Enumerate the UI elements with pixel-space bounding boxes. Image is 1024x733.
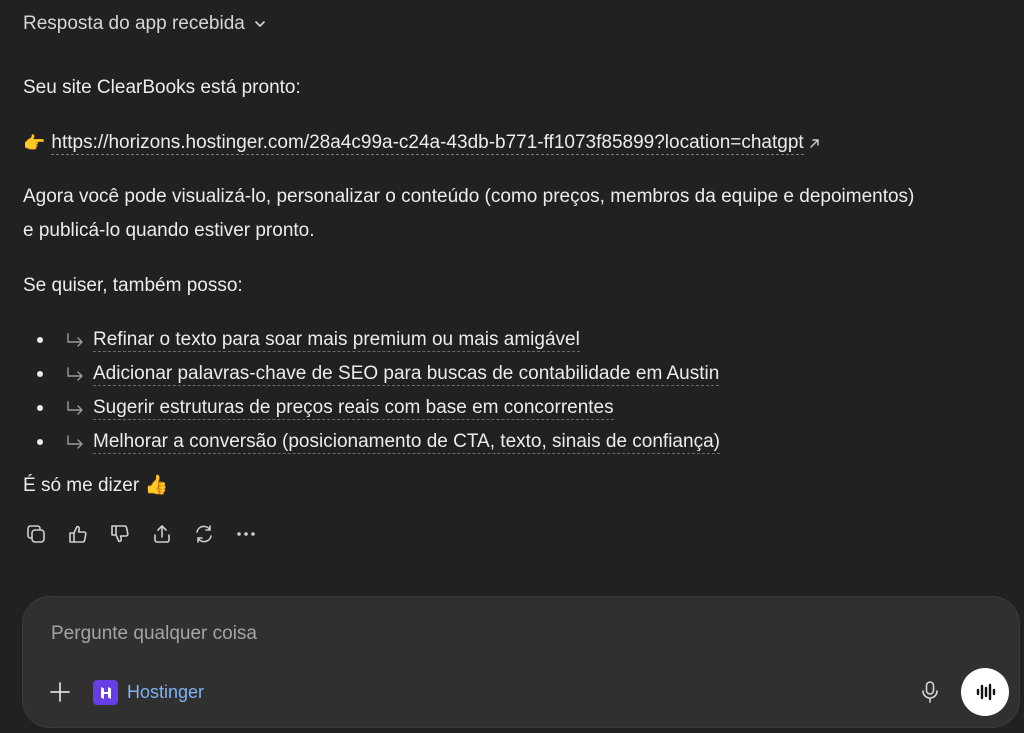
closing-text: É só me dizer 👍 — [23, 469, 168, 503]
ready-text: Seu site ClearBooks está pronto: — [23, 77, 301, 98]
chat-page: Resposta do app recebida Seu site ClearB… — [0, 0, 1024, 733]
bullet-dot — [37, 337, 43, 343]
app-response-toggle[interactable]: Resposta do app recebida — [23, 13, 267, 35]
return-arrow-icon — [67, 401, 83, 415]
now-text: Agora você pode visualizá-lo, personaliz… — [23, 186, 915, 241]
more-actions-button[interactable] — [234, 522, 257, 545]
return-arrow-icon — [67, 367, 83, 381]
external-link-icon — [810, 138, 819, 148]
message-actions — [24, 522, 257, 545]
list-item: Melhorar a conversão (posicionamento de … — [23, 425, 720, 459]
thumbs-up-icon — [68, 525, 87, 543]
suggestion-pricing[interactable]: Sugerir estruturas de preços reais com b… — [93, 397, 614, 420]
bad-response-button[interactable] — [108, 522, 131, 545]
suggestion-refine[interactable]: Refinar o texto para soar mais premium o… — [93, 329, 580, 352]
app-response-label: Resposta do app recebida — [23, 13, 245, 34]
link-row: 👉 https://horizons.hostinger.com/28a4c99… — [23, 126, 820, 160]
thumbs-down-icon — [110, 524, 129, 542]
bullet-dot — [37, 439, 43, 445]
composer: Hostinger — [22, 596, 1020, 728]
share-button[interactable] — [150, 522, 173, 545]
more-icon — [236, 531, 255, 536]
voice-mode-button[interactable] — [961, 668, 1009, 716]
return-arrow-icon — [67, 435, 83, 449]
bullet-dot — [37, 371, 43, 377]
return-arrow-icon — [67, 333, 83, 347]
microphone-icon[interactable] — [919, 680, 941, 704]
copy-icon — [26, 524, 45, 543]
list-item: Sugerir estruturas de preços reais com b… — [23, 391, 720, 425]
chevron-down-icon — [255, 21, 265, 27]
hostinger-label: Hostinger — [127, 682, 205, 702]
list-item: Adicionar palavras-chave de SEO para bus… — [23, 357, 720, 391]
also-text: Se quiser, também posso: — [23, 275, 243, 296]
list-item: Refinar o texto para soar mais premium o… — [23, 323, 720, 357]
thumbs-up-emoji: 👍 — [144, 475, 169, 496]
voice-wave-icon — [976, 683, 996, 701]
regenerate-button[interactable] — [192, 522, 215, 545]
closing-label: É só me dizer — [23, 475, 140, 496]
suggestion-conversion[interactable]: Melhorar a conversão (posicionamento de … — [93, 431, 720, 454]
plus-icon[interactable] — [49, 681, 71, 703]
site-link[interactable]: https://horizons.hostinger.com/28a4c99a-… — [51, 132, 804, 155]
prompt-input[interactable] — [49, 617, 853, 651]
suggestion-seo[interactable]: Adicionar palavras-chave de SEO para bus… — [93, 363, 720, 386]
regenerate-icon — [195, 524, 212, 543]
copy-button[interactable] — [24, 522, 47, 545]
suggestion-list: Refinar o texto para soar mais premium o… — [23, 323, 720, 459]
good-response-button[interactable] — [66, 522, 89, 545]
pointing-hand-emoji: 👉 — [23, 133, 46, 153]
share-icon — [153, 524, 170, 543]
bullet-dot — [37, 405, 43, 411]
hostinger-tool-chip[interactable]: Hostinger — [93, 680, 204, 705]
hostinger-logo-icon — [93, 680, 118, 705]
